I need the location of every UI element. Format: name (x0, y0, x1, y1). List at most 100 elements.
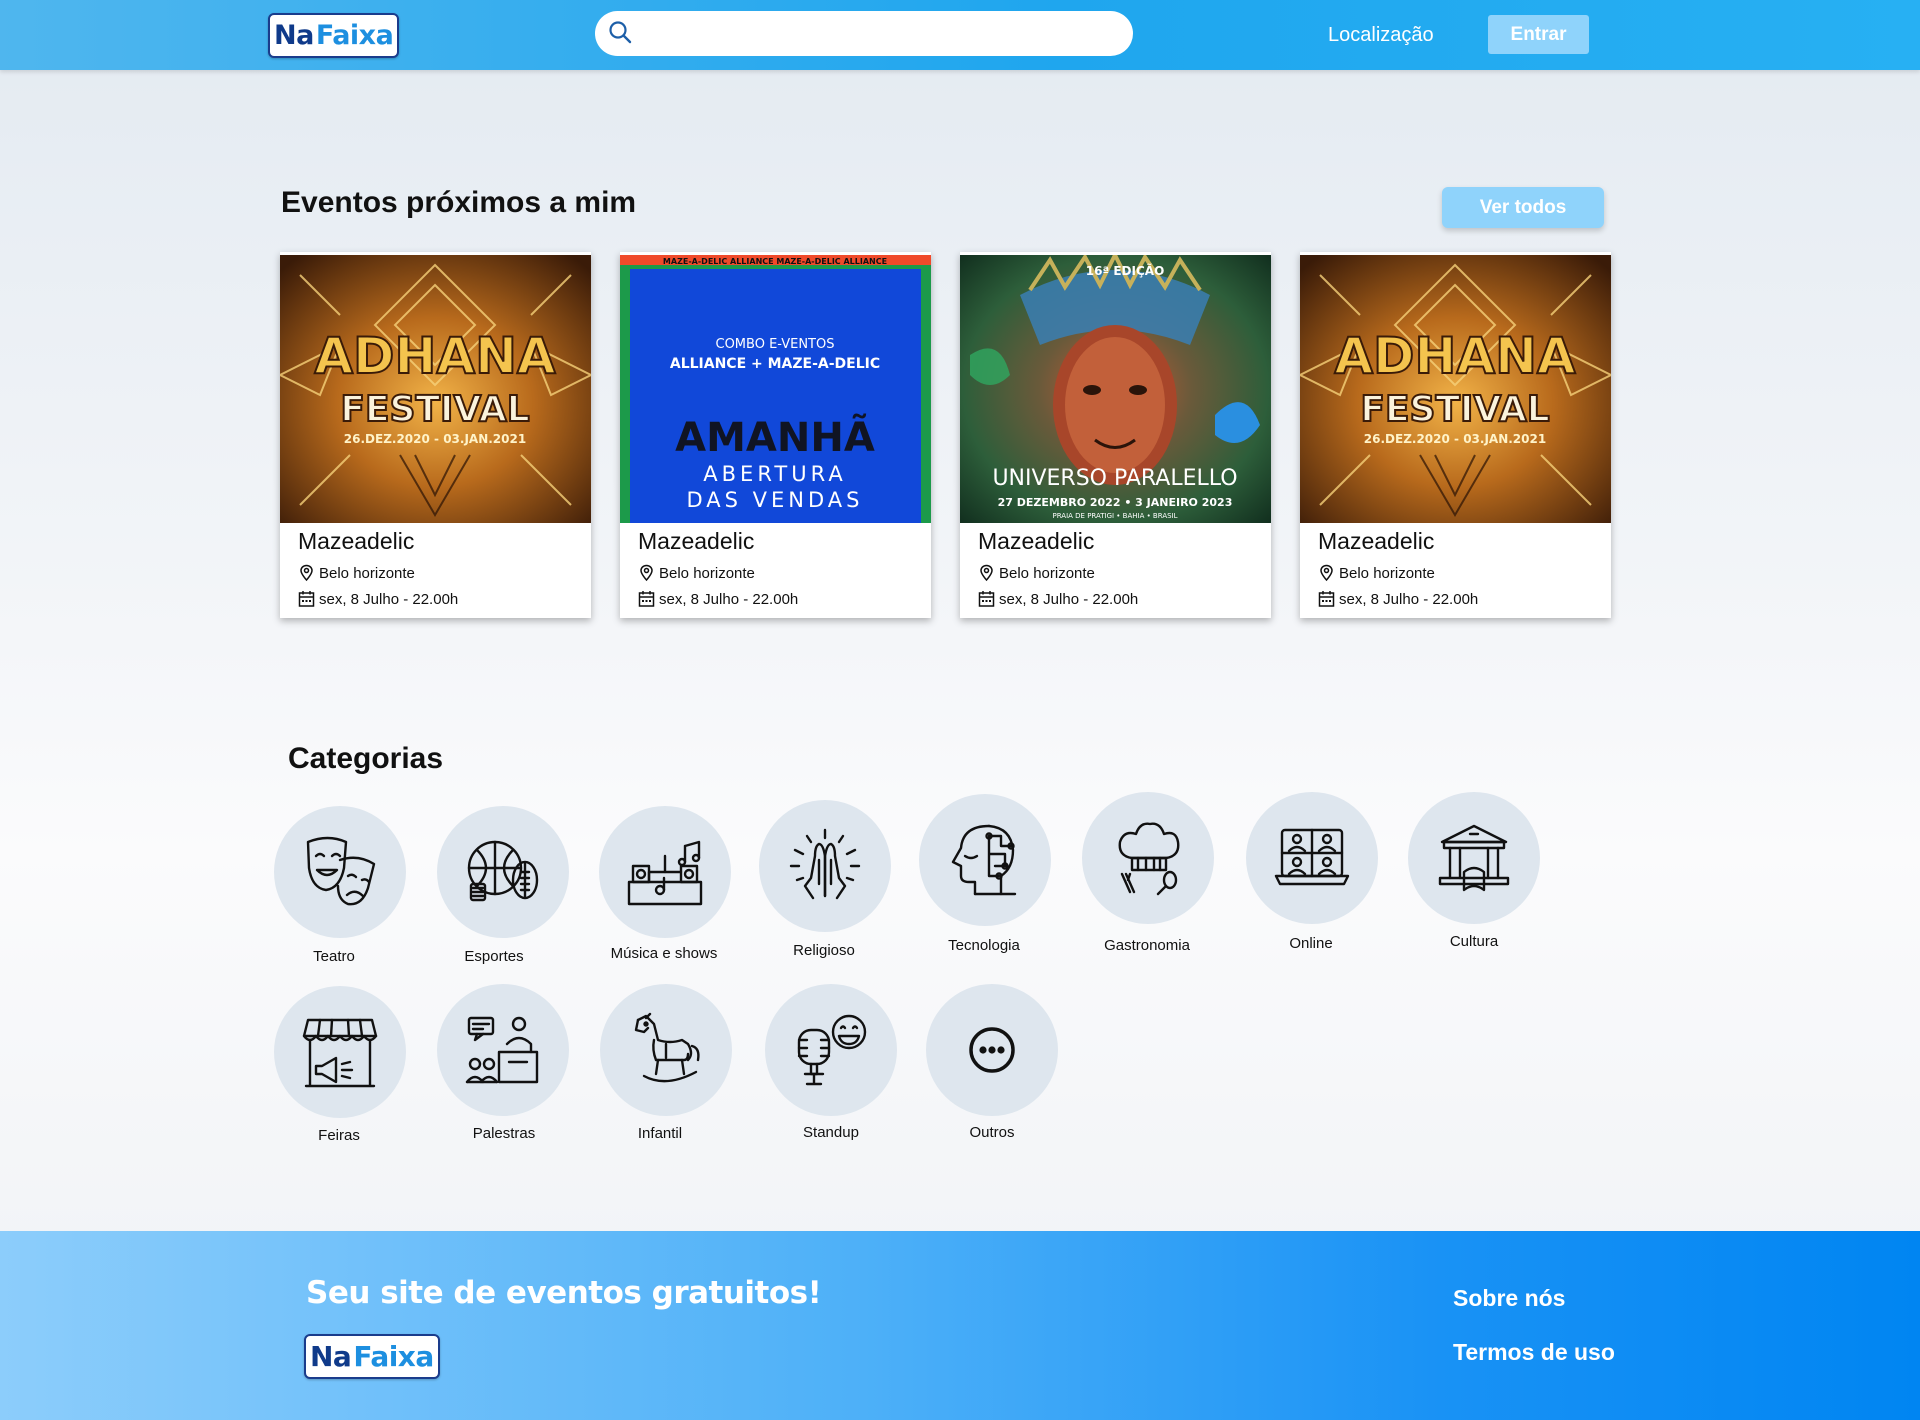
event-card[interactable]: MAZE-A-DELIC ALLIANCE MAZE-A-DELIC ALLIA… (620, 252, 931, 618)
poster-universo-place: PRAIA DE PRATIGI • BAHIA • BRASIL (1052, 512, 1177, 520)
category-label: Standup (803, 1124, 859, 1141)
category-religioso[interactable] (759, 800, 891, 932)
category-teatro[interactable] (274, 806, 406, 938)
category-label: Música e shows (610, 945, 718, 962)
category-infantil[interactable] (600, 984, 732, 1116)
category-tecnologia[interactable] (919, 794, 1051, 926)
category-label: Palestras (472, 1125, 536, 1142)
sports-balls-icon (467, 840, 539, 902)
poster-adhana-dates: 26.DEZ.2020 - 03.JAN.2021 (1364, 432, 1546, 446)
event-location: Belo horizonte (1318, 564, 1435, 582)
category-label: Religioso (793, 942, 855, 959)
event-title: Mazeadelic (638, 528, 755, 554)
praying-hands-icon (789, 828, 861, 900)
category-feiras[interactable] (274, 986, 406, 1118)
location-pin-icon (640, 564, 653, 582)
event-date-text: sex, 8 Julho - 22.00h (319, 590, 459, 608)
poster-maze-line2: ABERTURA (703, 462, 846, 486)
login-button[interactable]: Entrar (1488, 15, 1589, 54)
poster-adhana-line2: FESTIVAL (340, 389, 529, 430)
footer-tagline: Seu site de eventos gratuitos! (306, 1275, 822, 1311)
category-label: Esportes (464, 948, 524, 965)
event-poster-adhana: ADHANA FESTIVAL 26.DEZ.2020 - 03.JAN.202… (280, 255, 591, 523)
event-location: Belo horizonte (638, 564, 755, 582)
event-location: Belo horizonte (298, 564, 415, 582)
market-stall-icon (302, 1018, 378, 1088)
event-location-text: Belo horizonte (999, 564, 1095, 582)
logo-na-text: Na (274, 20, 314, 51)
category-label: Teatro (313, 948, 355, 965)
event-location-text: Belo horizonte (1339, 564, 1435, 582)
event-date: sex, 8 Julho - 22.00h (638, 590, 798, 608)
category-cultura[interactable] (1408, 792, 1540, 924)
poster-universo-name: UNIVERSO PARALELLO (992, 466, 1237, 491)
about-us-link[interactable]: Sobre nós (1453, 1285, 1565, 1312)
terms-of-use-link[interactable]: Termos de uso (1453, 1339, 1615, 1366)
calendar-icon (978, 591, 995, 607)
search-icon[interactable] (607, 20, 633, 46)
category-gastronomia[interactable] (1082, 792, 1214, 924)
category-label: Cultura (1449, 933, 1499, 950)
event-date: sex, 8 Julho - 22.00h (298, 590, 458, 608)
poster-universo-dates: 27 DEZEMBRO 2022 • 3 JANEIRO 2023 (998, 496, 1233, 509)
categories-section-title: Categorias (288, 742, 444, 775)
lecture-icon (465, 1016, 539, 1084)
category-esportes[interactable] (437, 806, 569, 938)
music-stage-icon (627, 840, 703, 906)
museum-icon (1438, 824, 1510, 892)
event-poster-maze: MAZE-A-DELIC ALLIANCE MAZE-A-DELIC ALLIA… (620, 255, 931, 523)
rocking-horse-icon (634, 1012, 700, 1083)
chef-hat-icon (1118, 822, 1180, 896)
event-card[interactable]: ADHANA FESTIVAL 26.DEZ.2020 - 03.JAN.202… (280, 252, 591, 618)
category-label: Outros (969, 1124, 1015, 1141)
location-link[interactable]: Localização (1328, 24, 1434, 47)
event-poster-adhana: ADHANA FESTIVAL 26.DEZ.2020 - 03.JAN.202… (1300, 255, 1611, 523)
event-card[interactable]: ADHANA FESTIVAL 26.DEZ.2020 - 03.JAN.202… (1300, 252, 1611, 618)
poster-maze-border: MAZE-A-DELIC ALLIANCE MAZE-A-DELIC ALLIA… (663, 257, 887, 266)
category-label: Gastronomia (1104, 937, 1190, 954)
event-title: Mazeadelic (1318, 528, 1435, 554)
microphone-laugh-icon (797, 1014, 867, 1086)
search-bar (595, 11, 1133, 56)
category-palestras[interactable] (437, 984, 569, 1116)
poster-adhana-dates: 26.DEZ.2020 - 03.JAN.2021 (344, 432, 526, 446)
more-dots-icon (969, 1027, 1015, 1073)
poster-adhana-line1: ADHANA (1334, 327, 1576, 385)
category-musica-shows[interactable] (599, 806, 731, 938)
event-poster-universo: 16ª EDIÇÃO UNIVERSO PARALELLO 27 DEZEMBR… (960, 255, 1271, 523)
category-outros[interactable] (926, 984, 1058, 1116)
theater-masks-icon (306, 836, 376, 906)
calendar-icon (638, 591, 655, 607)
poster-universo-edition: 16ª EDIÇÃO (1086, 263, 1165, 278)
search-input[interactable] (645, 13, 1115, 54)
top-navbar: Na Faixa Localização Entrar (0, 0, 1920, 70)
category-label: Feiras (318, 1127, 360, 1144)
poster-maze-line3: DAS VENDAS (686, 488, 863, 512)
tech-head-icon (951, 824, 1017, 896)
logo-faixa-text: Faixa (315, 20, 394, 51)
see-all-button[interactable]: Ver todos (1442, 187, 1604, 228)
event-location-text: Belo horizonte (319, 564, 415, 582)
category-online[interactable] (1246, 792, 1378, 924)
video-call-laptop-icon (1274, 828, 1350, 886)
category-label: Tecnologia (948, 937, 1020, 954)
poster-maze-big: AMANHÃ (675, 412, 875, 461)
event-date-text: sex, 8 Julho - 22.00h (1339, 590, 1479, 608)
category-label: Infantil (637, 1125, 683, 1142)
footer-nafaixa-logo[interactable]: Na Faixa (304, 1334, 440, 1379)
location-pin-icon (1320, 564, 1333, 582)
logo-faixa-text: Faixa (353, 1340, 434, 1373)
calendar-icon (298, 591, 315, 607)
event-location: Belo horizonte (978, 564, 1095, 582)
category-label: Online (1289, 935, 1333, 952)
location-pin-icon (300, 564, 313, 582)
event-title: Mazeadelic (298, 528, 415, 554)
logo-na-text: Na (310, 1340, 352, 1373)
calendar-icon (1318, 591, 1335, 607)
category-standup[interactable] (765, 984, 897, 1116)
event-title: Mazeadelic (978, 528, 1095, 554)
event-card[interactable]: 16ª EDIÇÃO UNIVERSO PARALELLO 27 DEZEMBR… (960, 252, 1271, 618)
event-date: sex, 8 Julho - 22.00h (978, 590, 1138, 608)
poster-maze-sub: ALLIANCE + MAZE-A-DELIC (670, 356, 880, 372)
nafaixa-logo[interactable]: Na Faixa (268, 13, 400, 58)
